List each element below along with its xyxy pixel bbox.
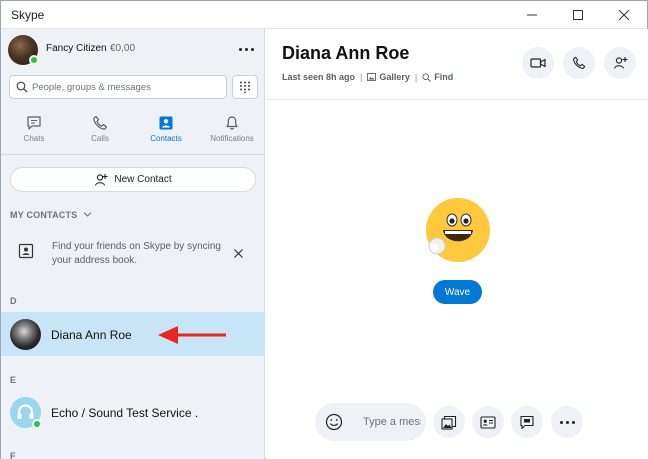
last-seen-status: Last seen 8h ago: [282, 72, 356, 82]
send-contact-button[interactable]: [472, 406, 504, 438]
new-contact-button[interactable]: New Contact: [10, 167, 256, 192]
more-options-button[interactable]: [236, 39, 256, 59]
tab-contacts[interactable]: Contacts: [133, 115, 199, 151]
new-contact-label: New Contact: [114, 174, 172, 185]
search-icon: [422, 72, 432, 82]
maximize-icon: [573, 10, 583, 20]
message-input[interactable]: [363, 414, 421, 430]
video-call-button[interactable]: [522, 47, 554, 79]
title-bar: Skype: [1, 1, 647, 29]
group-letter: D: [10, 296, 17, 306]
profile-header[interactable]: Fancy Citizen €0,00: [8, 35, 258, 65]
skype-credit: €0,00: [110, 43, 136, 54]
tab-chats-label: Chats: [23, 134, 45, 143]
skype-window: Skype Fancy Citizen €0,00 People, groups…: [0, 0, 648, 459]
close-icon: [233, 248, 243, 258]
close-icon: [619, 10, 629, 20]
sync-message: Find your friends on Skype by syncing yo…: [52, 241, 221, 266]
sync-address-book-card: Find your friends on Skype by syncing yo…: [1, 231, 264, 277]
sidebar: Fancy Citizen €0,00 People, groups & mes…: [1, 29, 265, 459]
tab-calls-label: Calls: [91, 134, 109, 143]
profile-name: Fancy Citizen: [46, 43, 107, 54]
extensions-button[interactable]: [511, 406, 543, 438]
gallery-icon: [367, 73, 377, 81]
image-gallery-icon: [441, 415, 457, 430]
tab-notifications[interactable]: Notifications: [199, 115, 264, 151]
my-contacts-header[interactable]: MY CONTACTS: [10, 210, 77, 220]
dismiss-sync-button[interactable]: [231, 246, 245, 260]
add-people-button[interactable]: [604, 47, 636, 79]
wave-button[interactable]: Wave: [433, 280, 482, 304]
group-letter: F: [10, 451, 16, 459]
separator: |: [414, 72, 418, 82]
tab-notifications-label: Notifications: [210, 134, 254, 143]
chevron-down-icon[interactable]: [83, 211, 92, 218]
avatar[interactable]: [8, 35, 39, 65]
minimize-button[interactable]: [509, 1, 555, 29]
minimize-icon: [527, 14, 537, 16]
waving-emoji: [421, 197, 491, 267]
search-box[interactable]: [9, 75, 227, 99]
contacts-icon: [159, 116, 173, 130]
divider: [1, 154, 264, 155]
add-person-icon: [95, 173, 108, 186]
red-arrow-annotation: [158, 326, 226, 344]
more-options-button[interactable]: [551, 406, 583, 438]
avatar: [10, 319, 41, 350]
conversation-subtitle: Last seen 8h ago | Gallery | Find: [282, 72, 453, 82]
video-camera-icon: [530, 58, 546, 68]
chat-icon: [27, 116, 41, 130]
contact-name: Echo / Sound Test Service .: [51, 406, 199, 420]
maximize-button[interactable]: [555, 1, 601, 29]
search-icon: [16, 81, 28, 93]
gallery-label: Gallery: [379, 72, 410, 82]
tab-calls[interactable]: Calls: [67, 115, 133, 151]
conversation-header: Diana Ann Roe Last seen 8h ago | Gallery…: [266, 29, 648, 100]
conversation-title[interactable]: Diana Ann Roe: [282, 43, 409, 64]
message-composer[interactable]: [315, 403, 426, 441]
contact-card-icon: [480, 415, 496, 429]
contact-item-echo-sound-test[interactable]: Echo / Sound Test Service .: [1, 390, 264, 434]
send-media-button[interactable]: [433, 406, 465, 438]
gallery-link[interactable]: Gallery: [367, 72, 410, 82]
conversation-pane: Diana Ann Roe Last seen 8h ago | Gallery…: [266, 29, 648, 459]
emoji-icon[interactable]: [325, 413, 343, 431]
online-status-dot: [32, 419, 42, 429]
dialpad-button[interactable]: [232, 75, 258, 99]
add-person-icon: [613, 57, 627, 69]
app-title: Skype: [11, 8, 45, 22]
waving-smiley-icon: [426, 198, 490, 262]
find-label: Find: [434, 72, 454, 82]
find-link[interactable]: Find: [422, 72, 453, 82]
avatar: [10, 397, 42, 429]
bell-icon: [226, 116, 238, 130]
dialpad-icon: [240, 81, 250, 93]
nav-tabs: Chats Calls Contacts Notifications: [1, 115, 264, 151]
close-window-button[interactable]: [601, 1, 647, 29]
online-status-dot: [29, 55, 39, 65]
separator: |: [360, 72, 363, 82]
search-input[interactable]: [32, 79, 222, 95]
phone-icon: [573, 56, 586, 69]
tab-chats[interactable]: Chats: [1, 115, 67, 151]
phone-icon: [93, 115, 108, 130]
tab-contacts-label: Contacts: [150, 134, 182, 143]
message-extension-icon: [520, 415, 534, 429]
group-letter: E: [10, 375, 17, 385]
address-book-icon: [18, 243, 34, 259]
audio-call-button[interactable]: [563, 47, 595, 79]
contact-name: Diana Ann Roe: [51, 328, 132, 342]
contact-item-diana-ann-roe[interactable]: Diana Ann Roe: [1, 312, 264, 356]
